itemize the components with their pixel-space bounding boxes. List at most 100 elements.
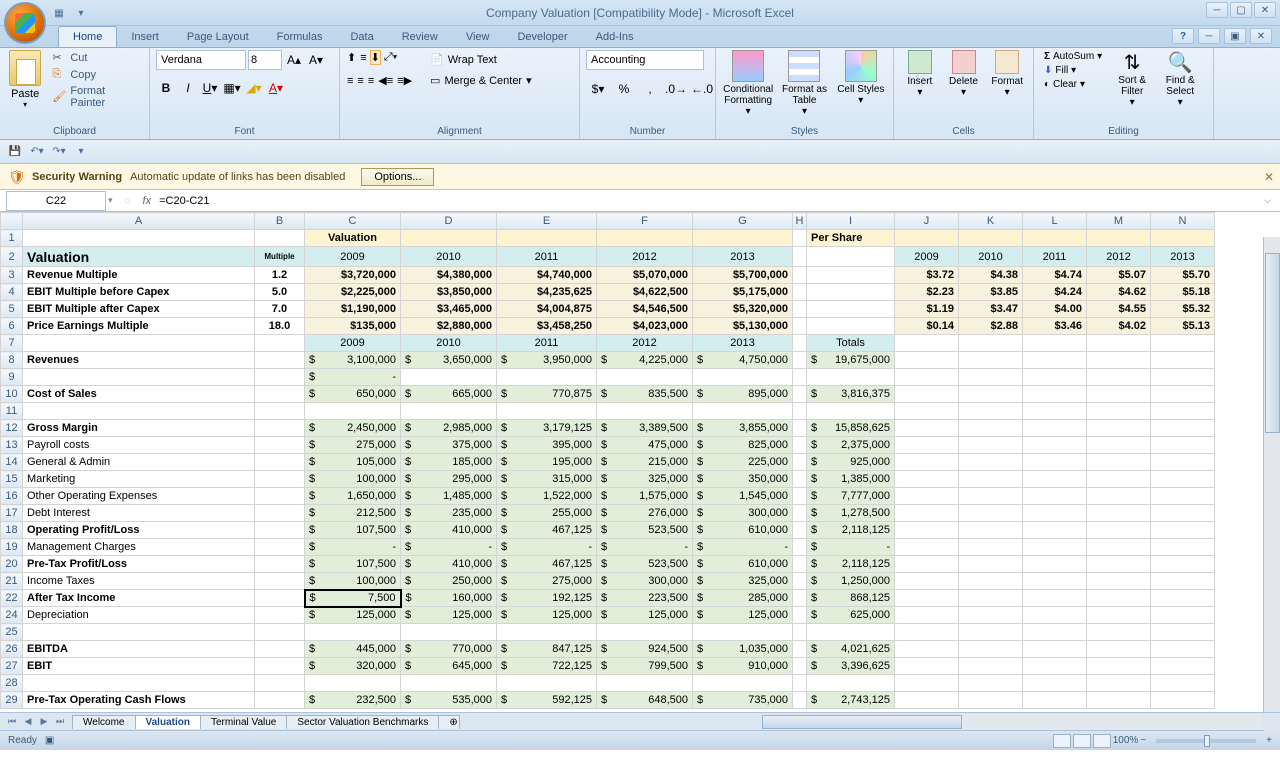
tab-developer[interactable]: Developer [503, 27, 581, 47]
select-all-corner[interactable] [1, 213, 23, 230]
hscroll-thumb[interactable] [762, 715, 962, 729]
conditional-formatting-button[interactable]: Conditional Formatting▾ [722, 50, 774, 117]
vscroll-thumb[interactable] [1265, 253, 1280, 433]
tab-nav-last[interactable]: ⏭ [52, 714, 68, 730]
tab-addins[interactable]: Add-Ins [582, 27, 648, 47]
save-button[interactable]: 💾 [6, 143, 24, 161]
col-header-B[interactable]: B [255, 213, 305, 230]
font-color-button[interactable]: A▾ [266, 78, 286, 98]
doc-close[interactable]: ✕ [1250, 28, 1272, 44]
name-box[interactable] [6, 191, 106, 211]
find-select-button[interactable]: 🔍Find & Select▾ [1158, 50, 1202, 108]
underline-button[interactable]: U▾ [200, 78, 220, 98]
shrink-font-button[interactable]: A▾ [306, 50, 326, 70]
align-center[interactable]: ≡ [356, 74, 364, 88]
tab-home[interactable]: Home [58, 26, 117, 47]
sheet-tab-welcome[interactable]: Welcome [72, 715, 136, 729]
insert-button[interactable]: Insert▾ [900, 50, 940, 98]
formula-input[interactable] [155, 191, 1264, 211]
tab-insert[interactable]: Insert [117, 27, 173, 47]
col-header-D[interactable]: D [401, 213, 497, 230]
view-normal[interactable] [1053, 734, 1071, 748]
qat-dropdown[interactable]: ▾ [72, 4, 90, 22]
tab-page-layout[interactable]: Page Layout [173, 27, 263, 47]
spreadsheet-grid[interactable]: A B C D E F G H I J K L M N 1 Valuation … [0, 212, 1215, 709]
italic-button[interactable]: I [178, 78, 198, 98]
macro-icon[interactable]: ▣ [45, 735, 54, 746]
cut-button[interactable]: ✂Cut [48, 50, 143, 66]
vertical-scrollbar[interactable] [1263, 237, 1280, 731]
doc-minimize[interactable]: ─ [1198, 28, 1220, 44]
expand-formula-bar[interactable]: ⌵ [1264, 195, 1280, 206]
format-painter-button[interactable]: 🖌Format Painter [48, 84, 143, 110]
tab-review[interactable]: Review [388, 27, 452, 47]
office-button[interactable] [4, 2, 46, 44]
help-button[interactable]: ? [1172, 28, 1194, 44]
col-header-J[interactable]: J [895, 213, 959, 230]
grow-font-button[interactable]: A▴ [284, 50, 304, 70]
redo-button[interactable]: ↷▾ [50, 143, 68, 161]
number-format-select[interactable] [586, 50, 704, 70]
align-bottom[interactable]: ⬇ [370, 50, 381, 65]
col-header-A[interactable]: A [23, 213, 255, 230]
tab-view[interactable]: View [452, 27, 504, 47]
bold-button[interactable]: B [156, 78, 176, 98]
currency-button[interactable]: $▾ [586, 78, 610, 100]
undo-button[interactable]: ↶▾ [28, 143, 46, 161]
border-button[interactable]: ▦▾ [222, 78, 242, 98]
cell-styles-button[interactable]: Cell Styles▾ [835, 50, 887, 106]
qat-customize[interactable]: ▾ [72, 143, 90, 161]
align-right[interactable]: ≡ [367, 74, 375, 88]
col-header-M[interactable]: M [1087, 213, 1151, 230]
font-name-select[interactable] [156, 50, 246, 70]
col-header-G[interactable]: G [693, 213, 793, 230]
fill-button[interactable]: ⬇ Fill▾ [1040, 64, 1106, 77]
sort-filter-button[interactable]: ⇅Sort & Filter▾ [1110, 50, 1154, 108]
close-button[interactable]: ✕ [1254, 2, 1276, 18]
zoom-thumb[interactable] [1204, 735, 1210, 747]
merge-center-button[interactable]: ▭Merge & Center▾ [423, 71, 539, 90]
percent-button[interactable]: % [612, 78, 636, 100]
autosum-button[interactable]: Σ AutoSum▾ [1040, 50, 1106, 63]
zoom-in[interactable]: + [1266, 735, 1272, 746]
col-header-K[interactable]: K [959, 213, 1023, 230]
increase-decimal[interactable]: .0→ [664, 78, 688, 100]
wrap-text-button[interactable]: 📄Wrap Text [423, 50, 539, 69]
doc-restore[interactable]: ▣ [1224, 28, 1246, 44]
comma-button[interactable]: , [638, 78, 662, 100]
paste-button[interactable]: Paste ▾ [6, 50, 44, 109]
col-header-I[interactable]: I [807, 213, 895, 230]
decrease-indent[interactable]: ◀≡ [377, 73, 394, 88]
security-close-button[interactable]: ✕ [1264, 170, 1274, 184]
tab-data[interactable]: Data [336, 27, 387, 47]
col-header-E[interactable]: E [497, 213, 597, 230]
sheet-tab-sector[interactable]: Sector Valuation Benchmarks [286, 715, 439, 729]
col-header-H[interactable]: H [793, 213, 807, 230]
align-middle[interactable]: ≡ [359, 51, 367, 65]
new-sheet-button[interactable]: ⊕ [438, 715, 460, 729]
zoom-out[interactable]: − [1140, 735, 1146, 746]
security-options-button[interactable]: Options... [361, 168, 434, 186]
increase-indent[interactable]: ≡▶ [396, 73, 413, 88]
sheet-tab-terminal[interactable]: Terminal Value [200, 715, 287, 729]
format-as-table-button[interactable]: Format as Table▾ [778, 50, 830, 117]
orientation-button[interactable]: ⤢▾ [383, 50, 398, 65]
clear-button[interactable]: ◐ Clear▾ [1040, 78, 1106, 91]
minimize-button[interactable]: ─ [1206, 2, 1228, 18]
tab-nav-next[interactable]: ▶ [36, 714, 52, 730]
sheet-tab-valuation[interactable]: Valuation [135, 715, 201, 729]
col-header-L[interactable]: L [1023, 213, 1087, 230]
decrease-decimal[interactable]: ←.0 [690, 78, 714, 100]
view-page-layout[interactable] [1073, 734, 1091, 748]
view-page-break[interactable] [1093, 734, 1111, 748]
col-header-N[interactable]: N [1151, 213, 1215, 230]
col-header-F[interactable]: F [597, 213, 693, 230]
cancel-formula[interactable]: ○ [119, 192, 137, 210]
tab-nav-prev[interactable]: ◀ [20, 714, 36, 730]
align-top[interactable]: ⬆ [346, 50, 357, 65]
zoom-level[interactable]: 100% [1113, 735, 1139, 746]
col-header-C[interactable]: C [305, 213, 401, 230]
zoom-slider[interactable] [1156, 739, 1256, 743]
fx-label[interactable]: fx [143, 195, 152, 207]
align-left[interactable]: ≡ [346, 74, 354, 88]
